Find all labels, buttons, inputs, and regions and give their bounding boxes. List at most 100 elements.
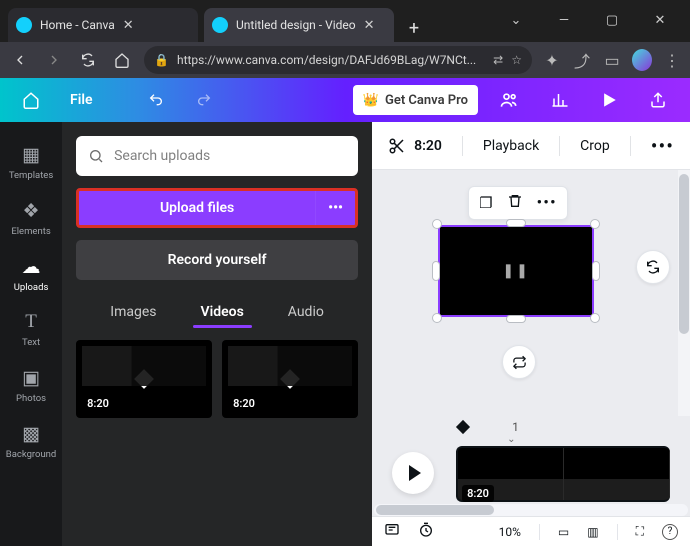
tab-home[interactable]: Home - Canva ✕ [8, 8, 198, 42]
rail-label: Background [6, 449, 57, 460]
extensions-icon[interactable]: ✦ [542, 51, 562, 70]
collaborators-button[interactable] [488, 85, 530, 115]
rail-label: Text [22, 337, 40, 348]
reload-button[interactable] [76, 48, 100, 72]
notes-icon[interactable] [384, 522, 400, 541]
separator [630, 136, 631, 156]
upload-more-icon[interactable]: ••• [315, 191, 355, 225]
profile-avatar[interactable] [632, 49, 652, 71]
star-icon[interactable]: ☆ [511, 53, 522, 67]
address-bar[interactable]: 🔒 https://www.canva.com/design/DAFJd69BL… [144, 46, 532, 74]
replace-icon[interactable] [636, 250, 670, 284]
help-icon[interactable]: ? [662, 524, 678, 540]
scrollbar-thumb[interactable] [376, 505, 494, 515]
home-button[interactable] [12, 85, 50, 115]
resize-handle-e[interactable] [592, 261, 600, 281]
record-yourself-button[interactable]: Record yourself [76, 240, 358, 280]
thumbnail-preview [82, 346, 206, 386]
redo-button[interactable] [185, 85, 223, 115]
upload-files-button[interactable]: Upload files ••• [76, 188, 358, 228]
translate-icon[interactable]: ⇄ [493, 53, 503, 67]
resize-handle-sw[interactable] [432, 313, 442, 323]
rail-templates[interactable]: ▦ Templates [0, 134, 62, 190]
rail-label: Elements [11, 226, 50, 237]
rail-elements[interactable]: ❖ Elements [0, 190, 62, 246]
canvas-selection[interactable] [438, 225, 594, 317]
templates-icon: ▦ [22, 143, 40, 166]
video-thumbnail[interactable]: 8:20 [76, 340, 212, 418]
scissors-icon [388, 137, 406, 155]
scrollbar-thumb[interactable] [679, 174, 689, 334]
rail-label: Uploads [14, 282, 49, 293]
duration-icon[interactable] [418, 522, 434, 541]
resize-handle-s[interactable] [506, 315, 526, 323]
resize-handle-ne[interactable] [590, 219, 600, 229]
trim-control[interactable]: 8:20 [388, 137, 442, 155]
undo-button[interactable] [137, 85, 175, 115]
menu-icon[interactable]: ⋮ [662, 51, 682, 70]
close-tab-icon[interactable]: ✕ [123, 18, 134, 33]
chevron-down-icon[interactable]: ⌄ [507, 434, 515, 445]
resize-handle-n[interactable] [506, 219, 526, 227]
analytics-button[interactable] [540, 85, 580, 115]
favicon-icon [16, 17, 32, 33]
play-button[interactable] [392, 452, 434, 494]
window-controls: ⌄ — ▢ ✕ [494, 6, 682, 42]
page-number: 1 [512, 420, 519, 434]
window-minimize-icon[interactable]: — [542, 8, 586, 32]
window-maximize-icon[interactable]: ▢ [590, 8, 634, 32]
timeline: 1 ⌄ 8:20 [372, 422, 690, 516]
back-button[interactable] [8, 48, 32, 72]
present-button[interactable] [590, 85, 628, 115]
bottom-bar: 10% ▭ ▥ ⛶ ? [372, 516, 690, 546]
resize-handle-w[interactable] [432, 261, 440, 281]
file-menu[interactable]: File [60, 85, 103, 115]
rail-uploads[interactable]: ☁ Uploads [0, 246, 62, 302]
context-toolbar: 8:20 Playback Crop ••• [372, 122, 690, 170]
get-pro-button[interactable]: 👑 Get Canva Pro [353, 85, 478, 115]
new-tab-button[interactable]: + [400, 14, 428, 42]
video-thumbnail[interactable]: 8:20 [222, 340, 358, 418]
tab-videos[interactable]: Videos [197, 296, 248, 328]
object-rail: ▦ Templates ❖ Elements ☁ Uploads T Text … [0, 122, 62, 546]
resize-handle-se[interactable] [590, 313, 600, 323]
duplicate-icon[interactable]: ❐ [479, 194, 492, 212]
photos-icon: ▣ [22, 366, 40, 389]
horizontal-scrollbar[interactable] [374, 504, 688, 516]
search-input[interactable]: Search uploads [76, 136, 358, 176]
rail-background[interactable]: ▩ Background [0, 413, 62, 469]
fullscreen-icon[interactable]: ⛶ [636, 524, 644, 539]
elements-icon: ❖ [23, 199, 40, 222]
close-tab-icon[interactable]: ✕ [364, 18, 375, 33]
share-button[interactable] [638, 85, 678, 115]
device-icon[interactable]: ▭ [602, 51, 622, 70]
window-close-icon[interactable]: ✕ [638, 8, 682, 32]
forward-button[interactable] [42, 48, 66, 72]
rail-text[interactable]: T Text [0, 302, 62, 357]
rail-photos[interactable]: ▣ Photos [0, 357, 62, 413]
get-pro-label: Get Canva Pro [385, 93, 468, 108]
selected-video[interactable] [438, 225, 594, 317]
window-dropdown-icon[interactable]: ⌄ [494, 8, 538, 32]
delete-icon[interactable] [507, 193, 523, 213]
more-icon[interactable]: ••• [537, 195, 557, 212]
tab-audio[interactable]: Audio [284, 296, 328, 328]
home-button[interactable] [110, 48, 134, 72]
more-options-icon[interactable]: ••• [651, 136, 674, 156]
playback-button[interactable]: Playback [483, 138, 539, 154]
sync-icon[interactable] [502, 345, 536, 379]
thumbnail-view-icon[interactable]: ▥ [587, 525, 598, 539]
stage[interactable]: ❐ ••• [372, 170, 690, 546]
crop-button[interactable]: Crop [580, 138, 610, 154]
tab-images[interactable]: Images [106, 296, 160, 328]
trim-time: 8:20 [414, 138, 442, 154]
grid-view-icon[interactable]: ▭ [558, 525, 569, 539]
playhead-marker-icon[interactable] [456, 420, 470, 434]
vertical-scrollbar[interactable] [678, 170, 690, 416]
share-icon[interactable]: ⤴ [572, 48, 592, 72]
tab-design[interactable]: Untitled design - Video ✕ [204, 8, 394, 42]
favicon-icon [212, 17, 228, 33]
zoom-level[interactable]: 10% [499, 525, 521, 539]
record-label: Record yourself [168, 252, 267, 268]
thumbnail-preview [228, 346, 352, 386]
